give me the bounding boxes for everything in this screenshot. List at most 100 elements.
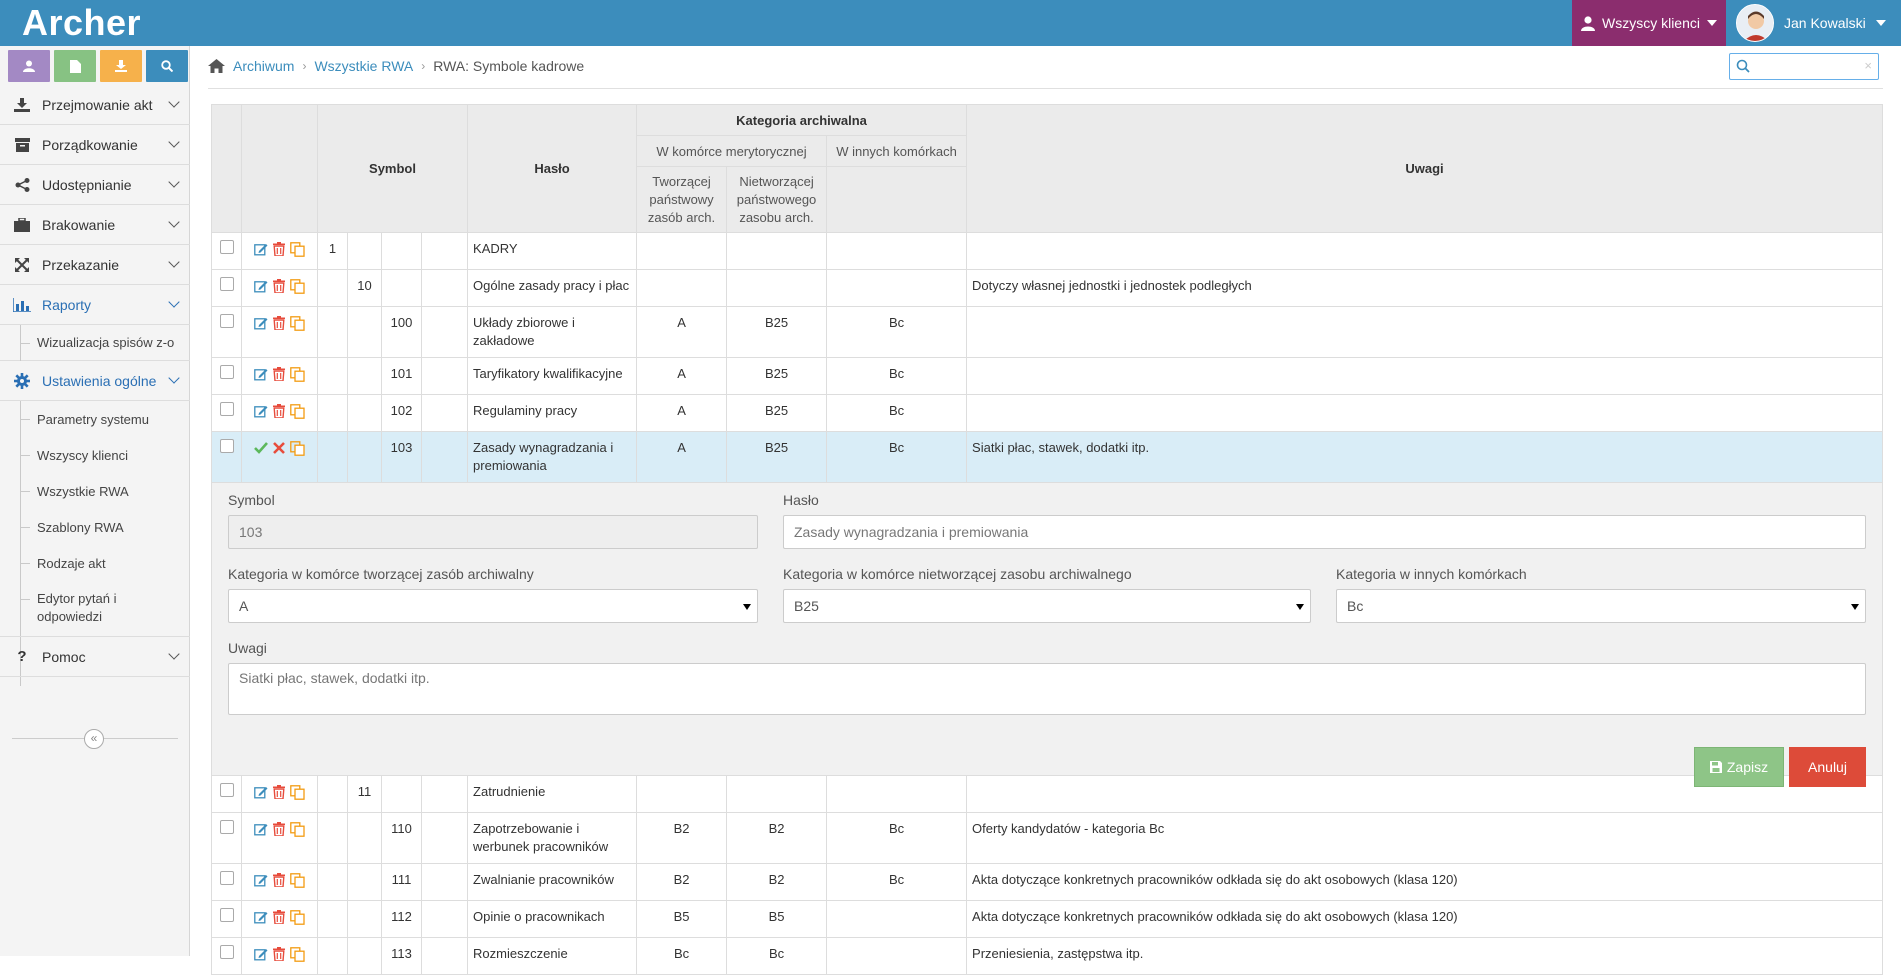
menu-brakowanie[interactable]: Brakowanie [0,205,190,245]
delete-icon[interactable] [273,316,285,336]
kat-tworzacej-select[interactable]: A [228,589,758,623]
edit-icon[interactable] [254,873,268,893]
submenu-wszyscy-klienci[interactable]: Wszyscy klienci [0,437,190,473]
collapse-sidebar-button[interactable]: « [84,729,104,749]
submenu-szablony-rwa[interactable]: Szablony RWA [0,509,190,545]
delete-icon[interactable] [273,367,285,387]
quick-user-button[interactable] [8,50,50,82]
header-haslo[interactable]: Hasło [467,104,638,233]
copy-icon[interactable] [290,316,305,336]
clear-icon[interactable]: × [1864,58,1872,73]
quick-document-button[interactable] [54,50,96,82]
copy-icon[interactable] [290,947,305,967]
copy-icon[interactable] [290,910,305,930]
symbol-level4 [420,812,469,864]
table-row[interactable]: 113 Rozmieszczenie Bc Bc Przeniesienia, zast… [211,937,1883,975]
row-checkbox[interactable] [219,783,234,797]
table-row[interactable]: 110 Zapotrzebowanie i werbunek pracownikó… [211,812,1883,864]
delete-icon[interactable] [273,279,285,299]
row-checkbox[interactable] [219,314,234,328]
delete-icon[interactable] [273,404,285,424]
quick-search-button[interactable] [146,50,188,82]
clients-dropdown[interactable]: Wszyscy klienci [1572,0,1726,46]
save-button[interactable]: Zapisz [1694,747,1784,787]
table-row[interactable]: 103 Zasady wynagradzania i premiowania A B2… [211,431,1883,483]
user-menu[interactable]: Jan Kowalski [1726,0,1901,46]
edit-icon[interactable] [254,316,268,336]
submenu-wizualizacja[interactable]: Wizualizacja spisów z-o [0,325,190,361]
delete-icon[interactable] [273,785,285,805]
edit-icon[interactable] [254,404,268,424]
symbol-level1 [317,863,348,901]
menu-raporty[interactable]: Raporty [0,285,190,325]
table-row[interactable]: 1 KADRY [211,232,1883,270]
copy-icon[interactable] [290,279,305,299]
table-row[interactable]: 101 Taryfikatory kwalifikacyjne A B25 Bc [211,357,1883,395]
copy-icon[interactable] [290,404,305,424]
row-checkbox[interactable] [219,820,234,834]
row-checkbox[interactable] [219,439,234,453]
breadcrumb-archiwum[interactable]: Archiwum [233,58,294,74]
copy-icon[interactable] [290,441,305,461]
copy-icon[interactable] [290,822,305,842]
submenu-rodzaje-akt[interactable]: Rodzaje akt [0,545,190,581]
copy-icon[interactable] [290,367,305,387]
edit-icon[interactable] [254,279,268,299]
header-symbol[interactable]: Symbol [316,104,469,233]
delete-icon[interactable] [273,822,285,842]
menu-udostepnianie[interactable]: Udostępnianie [0,165,190,205]
breadcrumb-current: RWA: Symbole kadrowe [433,58,585,74]
copy-icon[interactable] [290,873,305,893]
submenu-parametry[interactable]: Parametry systemu [0,401,190,437]
copy-icon[interactable] [290,242,305,262]
edit-icon[interactable] [254,822,268,842]
caret-down-icon [1707,20,1717,26]
menu-ustawienia[interactable]: Ustawienia ogólne [0,361,190,401]
edit-icon[interactable] [254,947,268,967]
header-uwagi[interactable]: Uwagi [966,104,1883,233]
table-row[interactable]: 100 Układy zbiorowe i zakładowe A B25 Bc [211,306,1883,358]
submenu-edytor[interactable]: Edytor pytań i odpowiedzi [0,581,190,637]
row-checkbox[interactable] [219,277,234,291]
confirm-icon[interactable] [254,441,268,461]
select-cell [211,863,242,901]
table-row[interactable]: 10 Ogólne zasady pracy i płac Dotyczy włas… [211,269,1883,307]
row-checkbox[interactable] [219,240,234,254]
submenu-wszystkie-rwa[interactable]: Wszystkie RWA [0,473,190,509]
row-checkbox[interactable] [219,365,234,379]
cancel-button[interactable]: Anuluj [1789,747,1866,787]
cancel-icon[interactable] [273,441,285,461]
table-row[interactable]: 111 Zwalnianie pracowników B2 B2 Bc Akta doty… [211,863,1883,901]
edit-icon[interactable] [254,367,268,387]
table-row[interactable]: 102 Regulaminy pracy A B25 Bc [211,394,1883,432]
edit-icon[interactable] [254,785,268,805]
menu-przejmowanie[interactable]: Przejmowanie akt [0,85,190,125]
uwagi-textarea[interactable]: Siatki płac, stawek, dodatki itp. [228,663,1866,715]
kat-innych-select[interactable]: Bc [1336,589,1866,623]
row-checkbox[interactable] [219,908,234,922]
haslo-input[interactable]: Zasady wynagradzania i premiowania [783,515,1866,549]
delete-icon[interactable] [273,947,285,967]
menu-pomoc[interactable]: ? Pomoc [0,637,190,677]
search-input[interactable]: × [1729,53,1879,80]
menu-porzadkowanie[interactable]: Porządkowanie [0,125,190,165]
breadcrumb-wszystkie-rwa[interactable]: Wszystkie RWA [314,58,413,74]
menu-label: Przejmowanie akt [42,96,153,113]
delete-icon[interactable] [273,242,285,262]
app-logo[interactable]: Archer [22,0,141,46]
quick-download-button[interactable] [100,50,142,82]
edit-icon[interactable] [254,910,268,930]
table-row[interactable]: 112 Opinie o pracownikach B5 B5 Akta dotyczą… [211,900,1883,938]
kat-nietworzacej-select[interactable]: B25 [783,589,1311,623]
table-row[interactable]: 11 Zatrudnienie [211,775,1883,813]
delete-icon[interactable] [273,910,285,930]
delete-icon[interactable] [273,873,285,893]
actions-cell [241,357,318,395]
menu-przekazanie[interactable]: Przekazanie [0,245,190,285]
row-checkbox[interactable] [219,402,234,416]
copy-icon[interactable] [290,785,305,805]
actions-cell [241,900,318,938]
row-checkbox[interactable] [219,945,234,959]
row-checkbox[interactable] [219,871,234,885]
edit-icon[interactable] [254,242,268,262]
